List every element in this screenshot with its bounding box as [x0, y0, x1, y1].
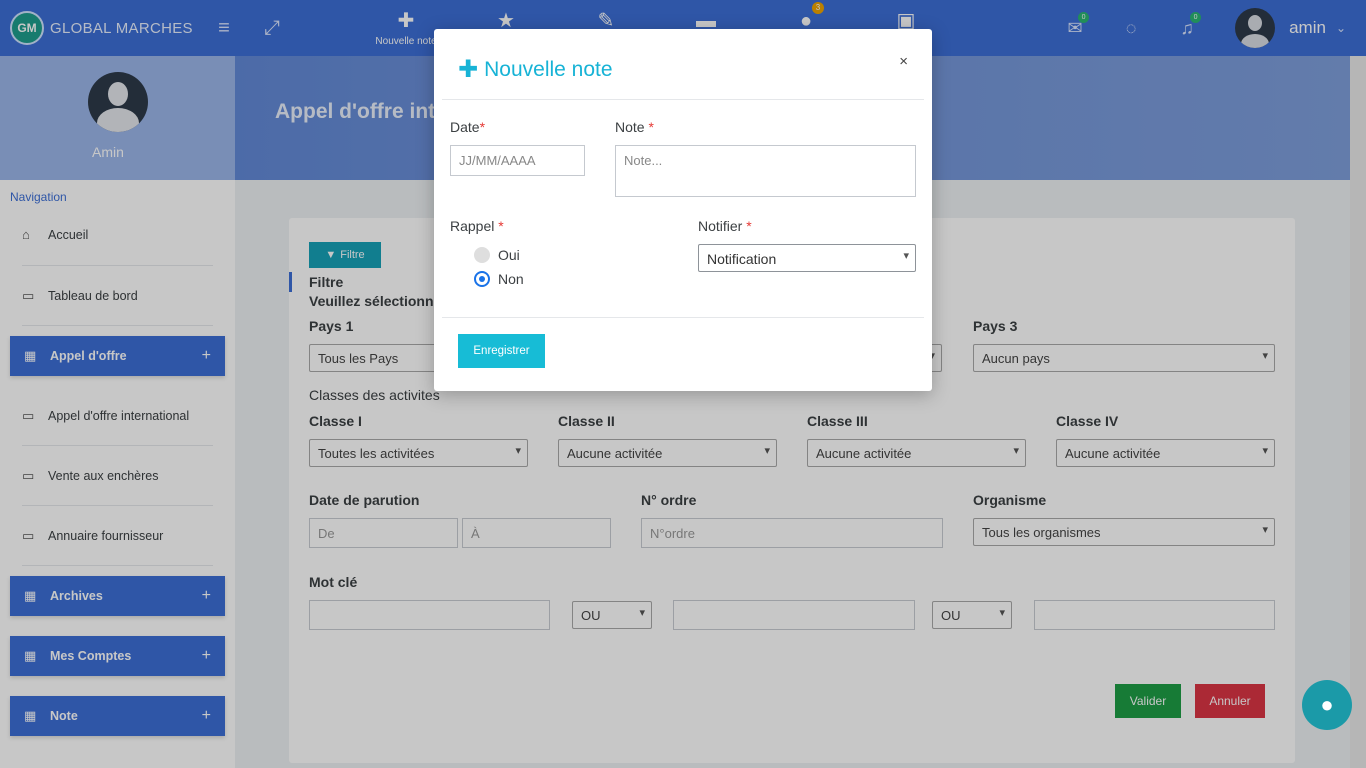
plus-icon: ✚ — [458, 56, 479, 83]
notifier-select[interactable]: Notification — [698, 244, 916, 272]
required-mark: * — [498, 218, 504, 234]
close-icon[interactable]: × — [899, 53, 908, 70]
chat-bubble-icon: ● — [1320, 692, 1334, 717]
required-mark: * — [648, 119, 654, 135]
divider — [442, 317, 924, 318]
radio-label: Oui — [498, 247, 520, 263]
required-mark: * — [746, 218, 752, 234]
modal-title-text: Nouvelle note — [484, 57, 613, 81]
rappel-label-text: Rappel — [450, 218, 495, 234]
chat-widget-button[interactable]: ● — [1302, 680, 1352, 730]
radio-unchecked — [474, 247, 490, 263]
date-input[interactable]: JJ/MM/AAAA — [450, 145, 585, 176]
modal-title: ✚ Nouvelle note — [458, 55, 613, 84]
date-label: Date* — [450, 119, 485, 135]
note-label-text: Note — [615, 119, 645, 135]
note-textarea[interactable]: Note... — [615, 145, 916, 197]
rappel-radio-oui[interactable]: Oui — [474, 247, 520, 263]
notifier-label-text: Notifier — [698, 218, 743, 234]
rappel-radio-non[interactable]: Non — [474, 271, 524, 287]
rappel-label: Rappel * — [450, 218, 504, 234]
new-note-modal: ✚ Nouvelle note × Date* JJ/MM/AAAA Note … — [434, 29, 932, 391]
save-button[interactable]: Enregistrer — [458, 334, 545, 368]
notifier-label: Notifier * — [698, 218, 752, 234]
divider — [442, 99, 924, 100]
date-label-text: Date — [450, 119, 480, 135]
note-label: Note * — [615, 119, 654, 135]
radio-checked — [474, 271, 490, 287]
radio-label: Non — [498, 271, 524, 287]
required-mark: * — [479, 119, 486, 135]
